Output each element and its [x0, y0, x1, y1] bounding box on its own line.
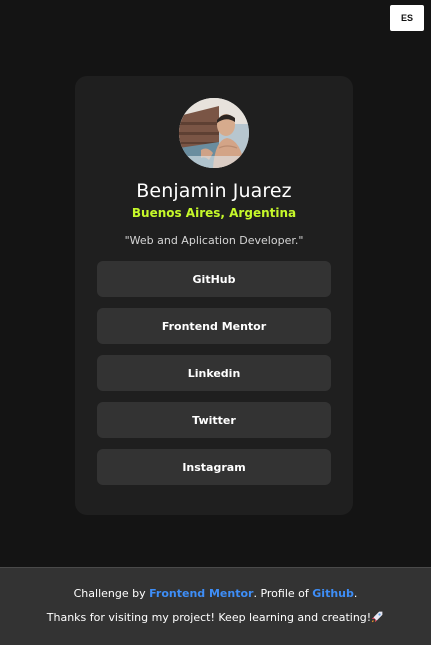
footer-challenge-prefix: Challenge by: [73, 587, 150, 600]
twitter-link-button[interactable]: Twitter: [97, 402, 331, 438]
avatar-photo: [179, 98, 249, 168]
footer-attribution: Challenge by Frontend Mentor. Profile of…: [74, 587, 358, 600]
footer-github-link[interactable]: Github: [312, 587, 354, 600]
profile-name: Benjamin Juarez: [136, 180, 292, 202]
avatar: [179, 98, 249, 168]
footer-thanks-text: Thanks for visiting my project! Keep lea…: [46, 611, 372, 624]
frontend-mentor-link-button[interactable]: Frontend Mentor: [97, 308, 331, 344]
social-links: GitHub Frontend Mentor Linkedin Twitter …: [97, 261, 331, 485]
profile-bio: "Web and Aplication Developer.": [124, 234, 304, 247]
github-link-button[interactable]: GitHub: [97, 261, 331, 297]
language-toggle-button[interactable]: ES: [390, 5, 424, 31]
footer-thanks: Thanks for visiting my project! Keep lea…: [47, 610, 384, 626]
profile-location: Buenos Aires, Argentina: [131, 206, 297, 220]
rocket-icon: [371, 610, 384, 626]
footer-profile-of: . Profile of: [253, 587, 313, 600]
profile-card: Benjamin Juarez Buenos Aires, Argentina …: [75, 76, 353, 515]
footer-period: .: [353, 587, 358, 600]
footer: Challenge by Frontend Mentor. Profile of…: [0, 567, 431, 645]
instagram-link-button[interactable]: Instagram: [97, 449, 331, 485]
linkedin-link-button[interactable]: Linkedin: [97, 355, 331, 391]
footer-frontend-mentor-link[interactable]: Frontend Mentor: [149, 587, 253, 600]
